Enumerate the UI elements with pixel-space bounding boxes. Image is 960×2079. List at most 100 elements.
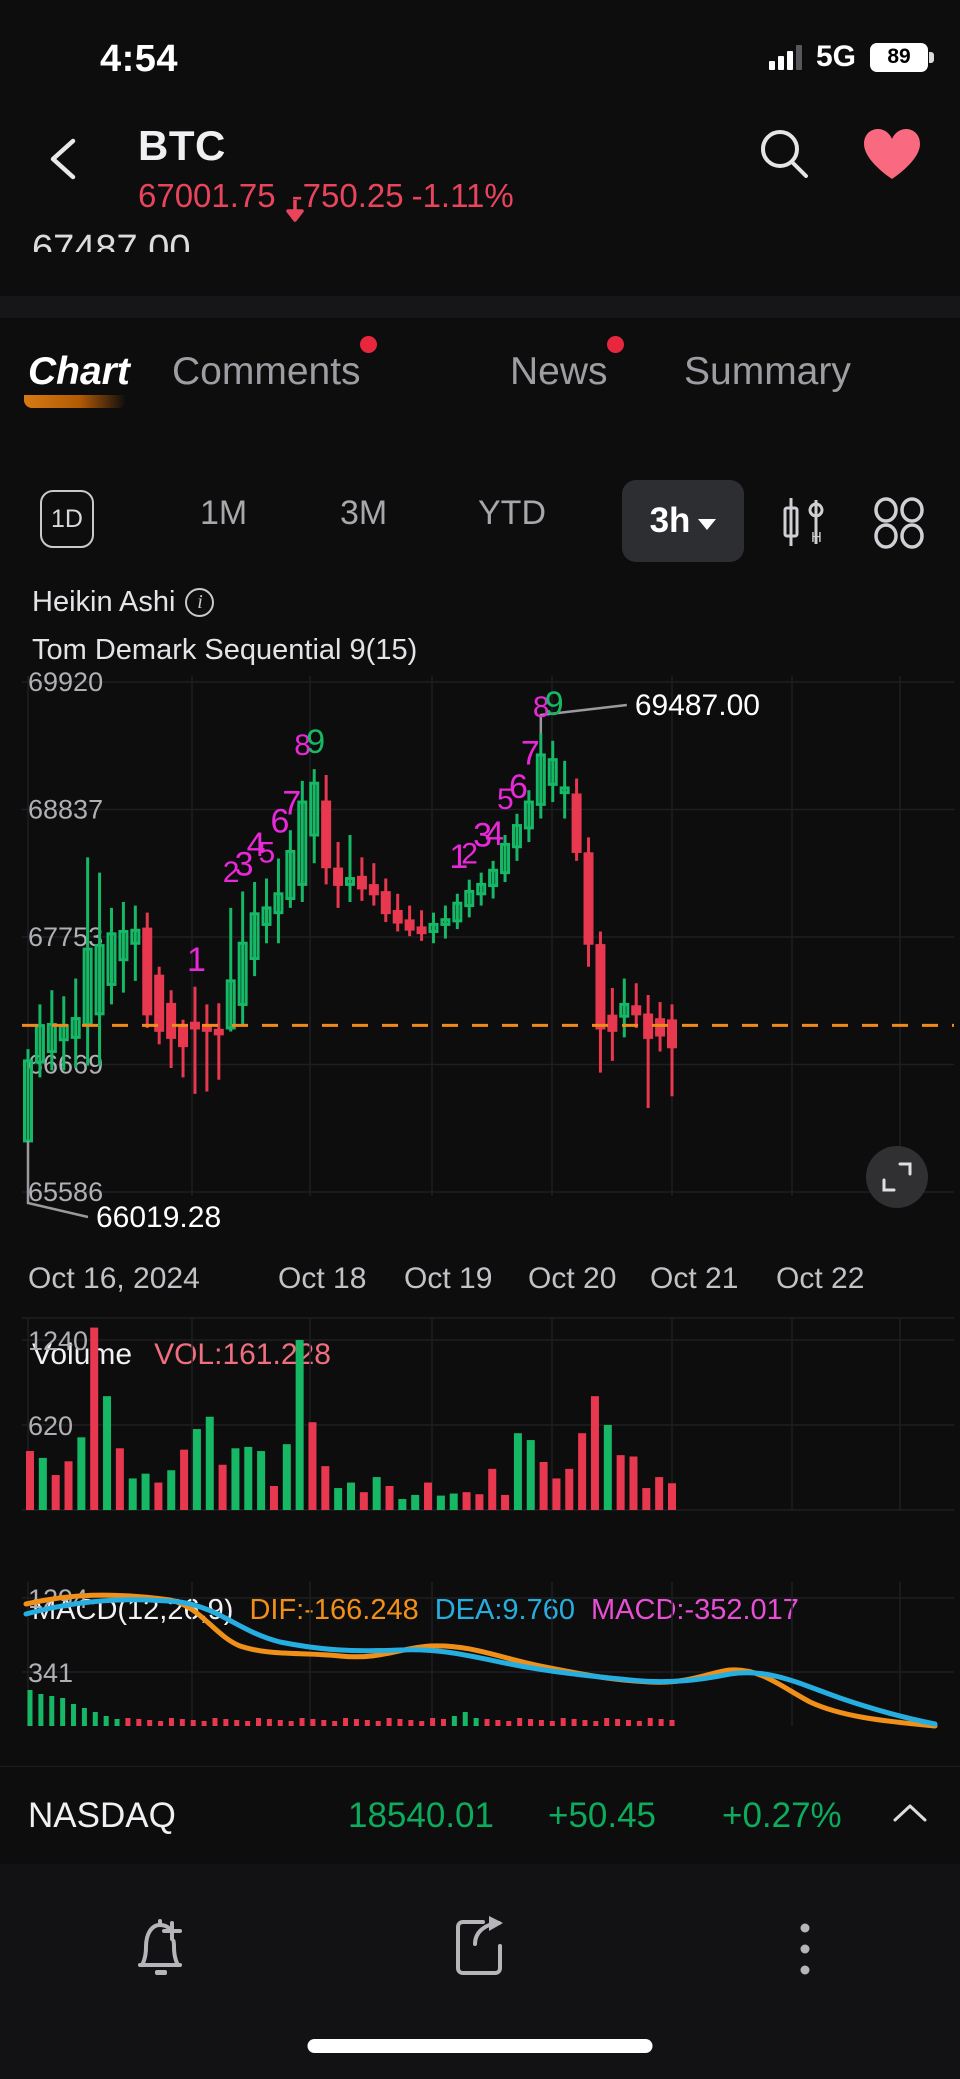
svg-text:341: 341 (28, 1658, 73, 1688)
macd-chart[interactable]: 1294 341 (0, 1576, 960, 1776)
svg-text:66019.28: 66019.28 (96, 1201, 221, 1234)
page-header: BTC 67001.75 -750.25 -1.11% (0, 100, 960, 222)
svg-text:620: 620 (28, 1411, 73, 1441)
timeframe-bar: 1D 1M 3M YTD 3h H (0, 480, 960, 562)
search-icon (761, 130, 808, 178)
current-price: 67001.75 (138, 177, 276, 214)
tab-chart-label: Chart (28, 350, 130, 393)
set-alert-button[interactable] (115, 1904, 205, 1994)
share-icon (456, 1916, 503, 1975)
search-button[interactable] (756, 126, 812, 187)
expand-chart-icon (882, 1162, 912, 1192)
tab-news[interactable]: News (510, 336, 624, 394)
svg-text:9: 9 (545, 685, 564, 723)
price-change-value: -750.25 (291, 177, 404, 214)
svg-text:5: 5 (259, 837, 276, 870)
status-bar-time: 4:54 (100, 38, 179, 80)
bottom-action-bar (0, 1864, 960, 2079)
tab-active-underline (24, 395, 126, 408)
status-bar: 4:54 5G 89 (0, 0, 960, 100)
indicator-primary-label: Heikin Ashi (32, 586, 176, 618)
trading-app-screen: 4:54 5G 89 BTC 67001.75 -750.25 -1.11% 6… (0, 0, 960, 2079)
macd-chart-canvas: 1294341 (22, 1582, 954, 1729)
timeframe-active-selector[interactable]: 3h (622, 480, 744, 562)
bell-plus-icon (138, 1919, 182, 1975)
indicator-secondary: Tom Demark Sequential 9(15) (32, 634, 418, 666)
nasdaq-ticker-bar[interactable]: NASDAQ 18540.01 +50.45 +0.27% (0, 1766, 960, 1864)
price-summary: 67001.75 -750.25 -1.11% (138, 177, 514, 222)
tab-comments-badge-dot (359, 336, 377, 353)
tab-comments[interactable]: Comments (172, 336, 377, 394)
network-type-label: 5G (815, 40, 856, 73)
svg-text:4: 4 (485, 815, 504, 853)
nasdaq-collapse-button[interactable] (892, 1801, 928, 1830)
x-tick-2: Oct 19 (404, 1262, 493, 1295)
chevron-down-icon (698, 518, 717, 530)
svg-text:7: 7 (521, 734, 540, 772)
volume-chart[interactable]: 620 1240 (0, 1310, 960, 1570)
status-bar-indicators: 5G 89 (768, 40, 934, 74)
tab-news-label: News (510, 350, 608, 393)
nasdaq-change: +50.45 (548, 1795, 657, 1835)
indicator-primary: Heikin Ashi i (32, 586, 215, 619)
timeframe-1m[interactable]: 1M (200, 494, 247, 533)
tab-summary[interactable]: Summary (684, 350, 851, 394)
three-dots-vertical-icon (800, 1923, 810, 1975)
svg-text:69487.00: 69487.00 (635, 689, 760, 722)
nasdaq-percent: +0.27% (722, 1795, 842, 1835)
candlestick-icon: H (783, 498, 824, 546)
price-chart-canvas: 655866666967753688376992069487.0066019.2… (22, 672, 954, 1234)
timeframe-3m[interactable]: 3M (340, 494, 387, 533)
tab-summary-label: Summary (684, 350, 851, 393)
price-change-percent: -1.11% (411, 177, 514, 214)
favorite-button[interactable] (862, 127, 922, 186)
tab-news-badge-dot (606, 336, 624, 353)
tab-chart[interactable]: Chart (24, 350, 130, 408)
info-circle-icon[interactable]: i (185, 588, 215, 617)
svg-text:6: 6 (509, 768, 528, 806)
svg-text:9: 9 (306, 723, 325, 761)
price-chart-x-axis: Oct 16, 2024 Oct 18 Oct 19 Oct 20 Oct 21… (0, 1262, 960, 1308)
indicators-button[interactable] (872, 496, 926, 555)
back-chevron-icon (50, 138, 76, 180)
svg-text:69920: 69920 (28, 672, 103, 697)
more-options-button[interactable] (760, 1904, 850, 1994)
home-indicator (307, 2039, 653, 2053)
svg-text:H: H (811, 529, 822, 546)
svg-text:68837: 68837 (28, 794, 103, 824)
x-tick-1: Oct 18 (278, 1262, 367, 1295)
signal-bars-icon (768, 44, 802, 70)
battery-icon: 89 (870, 42, 934, 72)
x-tick-0: Oct 16, 2024 (28, 1262, 200, 1295)
timeframe-active-label: 3h (649, 501, 691, 540)
x-tick-3: Oct 20 (528, 1262, 617, 1295)
timeframe-1d[interactable]: 1D (40, 490, 94, 548)
chart-type-button[interactable]: H (778, 494, 834, 557)
timeframe-1d-label: 1D (51, 504, 83, 533)
back-button[interactable] (34, 130, 92, 188)
timeframe-ytd[interactable]: YTD (478, 494, 546, 533)
heart-filled-icon (864, 129, 920, 179)
header-actions (756, 126, 922, 187)
battery-percent-label: 89 (887, 45, 911, 68)
volume-chart-canvas: 620 1240 (22, 1317, 954, 1511)
tab-bar: Chart Comments News Summary (0, 336, 960, 450)
section-divider (0, 296, 960, 318)
svg-text:65586: 65586 (28, 1177, 103, 1207)
scrolled-price-residual: 67487.00 (32, 228, 191, 252)
chevron-up-icon (893, 1804, 927, 1822)
svg-text:67753: 67753 (28, 922, 103, 952)
tab-comments-label: Comments (172, 350, 361, 393)
nasdaq-name: NASDAQ (28, 1795, 176, 1835)
page-title: BTC (138, 122, 226, 169)
svg-text:7: 7 (282, 784, 301, 822)
nasdaq-value: 18540.01 (348, 1795, 494, 1835)
grid-four-icon (874, 497, 924, 549)
price-chart[interactable]: 65586 66669 67753 68837 69920 69487.00 66019.2… (0, 672, 960, 1242)
x-tick-4: Oct 21 (650, 1262, 739, 1295)
x-tick-5: Oct 22 (776, 1262, 865, 1295)
svg-text:1240: 1240 (28, 1326, 88, 1356)
svg-text:1: 1 (187, 941, 206, 979)
share-button[interactable] (435, 1904, 525, 1994)
expand-chart-button[interactable] (866, 1146, 928, 1208)
